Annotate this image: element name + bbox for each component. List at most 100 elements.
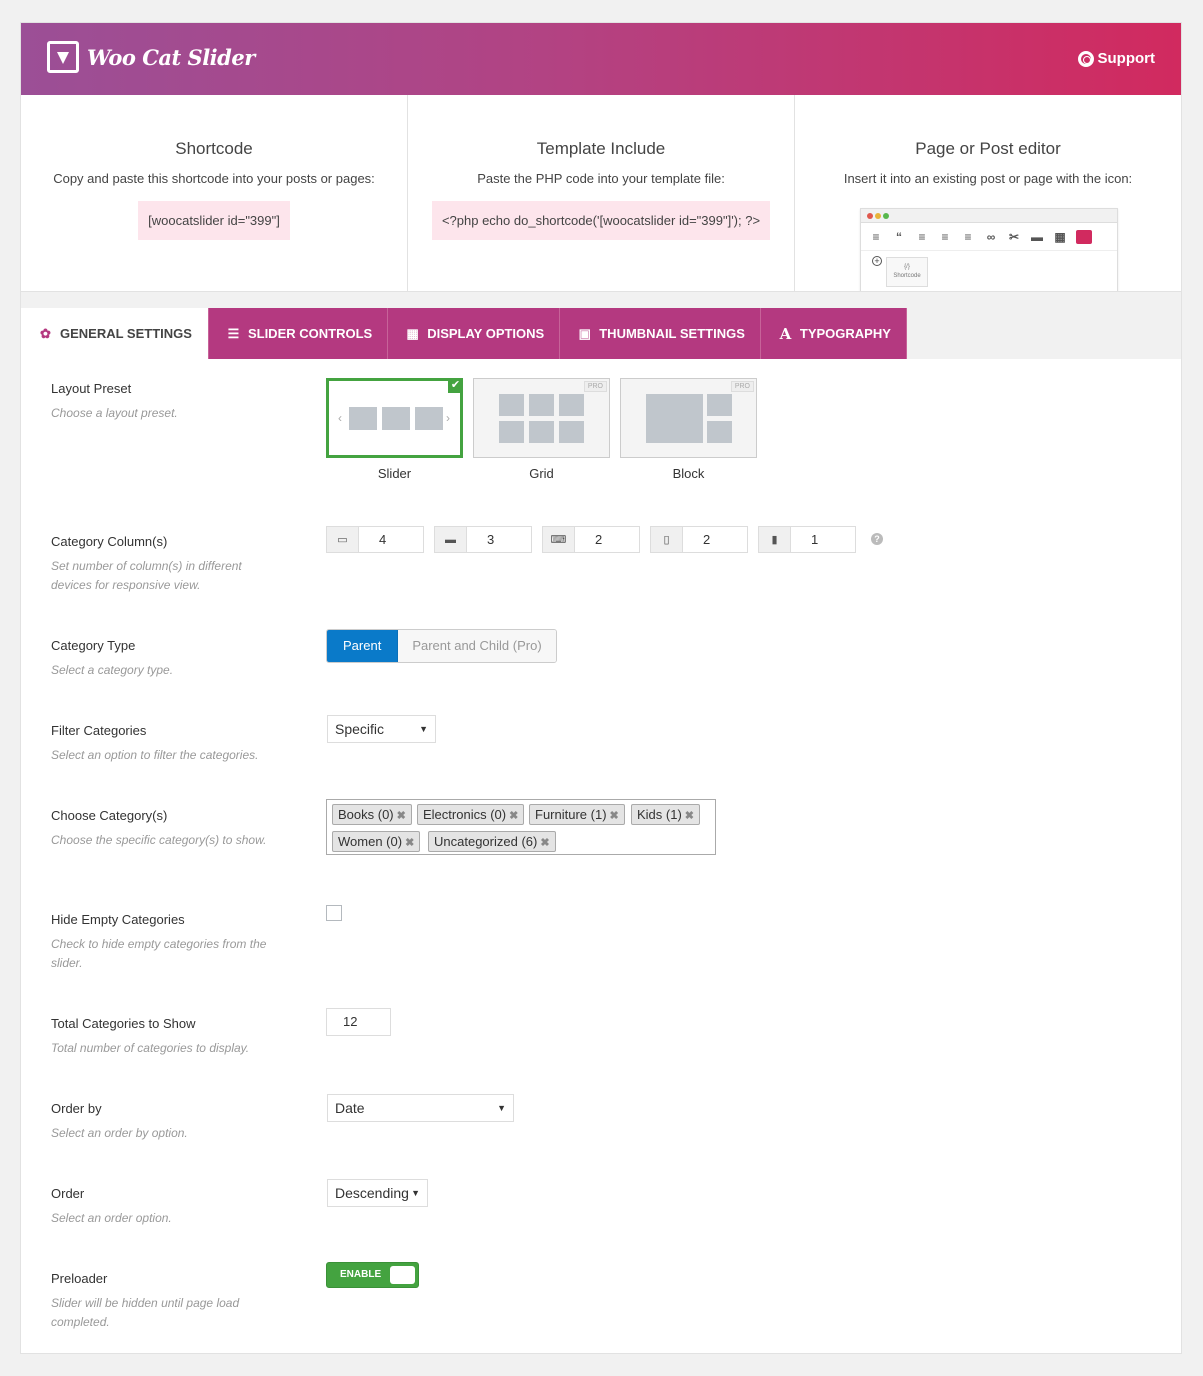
tag-label: Electronics (0) bbox=[423, 807, 507, 822]
category-type-desc: Select a category type. bbox=[51, 663, 174, 677]
category-tag-input[interactable]: Books (0) ✖ Electronics (0) ✖ Furniture (1… bbox=[326, 799, 716, 855]
shortcode-block-label: Shortcode bbox=[893, 273, 921, 279]
preset-slider[interactable]: ✔ ‹ › Slider bbox=[326, 378, 463, 481]
tag-books[interactable]: Books (0) ✖ bbox=[332, 804, 412, 825]
remove-tag-icon[interactable]: ✖ bbox=[405, 837, 414, 849]
total-categories-label: Total Categories to Show bbox=[51, 1016, 196, 1031]
tag-women[interactable]: Women (0) ✖ bbox=[332, 831, 421, 852]
preloader-toggle[interactable]: ENABLE bbox=[326, 1262, 419, 1288]
category-columns-label: Category Column(s) bbox=[51, 534, 168, 549]
mobile-icon: ▮ bbox=[759, 527, 791, 552]
shortcode-code[interactable]: [woocatslider id="399"] bbox=[138, 201, 290, 240]
template-desc: Paste the PHP code into your template fi… bbox=[477, 171, 725, 186]
logo: Woo Cat Slider bbox=[47, 41, 255, 73]
preset-name: Grid bbox=[529, 466, 554, 481]
check-icon: ✔ bbox=[448, 378, 463, 393]
hide-empty-checkbox[interactable] bbox=[326, 905, 342, 921]
quote-icon: “ bbox=[896, 229, 902, 244]
header-bar: Woo Cat Slider Support bbox=[21, 23, 1181, 95]
app-title: Woo Cat Slider bbox=[87, 44, 255, 70]
support-link[interactable]: Support bbox=[1077, 50, 1156, 67]
total-categories-desc: Total number of categories to display. bbox=[51, 1041, 250, 1055]
remove-tag-icon[interactable]: ✖ bbox=[397, 810, 406, 822]
tag-label: Kids (1) bbox=[637, 807, 682, 822]
preset-name: Slider bbox=[377, 466, 412, 481]
support-label: Support bbox=[1097, 50, 1156, 67]
column-value: 2 bbox=[703, 532, 711, 547]
help-icon[interactable]: ? bbox=[871, 533, 883, 545]
tab-label: Slider Controls bbox=[247, 326, 373, 341]
remove-tag-icon[interactable]: ✖ bbox=[540, 837, 549, 849]
column-value: 1 bbox=[811, 532, 819, 547]
pro-badge: PRO bbox=[583, 381, 607, 392]
columns-laptop-input[interactable]: ⌨ 2 bbox=[542, 526, 640, 553]
column-value: 3 bbox=[487, 532, 495, 547]
tag-label: Books (0) bbox=[338, 807, 394, 822]
columns-mobile-input[interactable]: ▮ 1 bbox=[758, 526, 856, 553]
tag-furniture[interactable]: Furniture (1) ✖ bbox=[529, 804, 625, 825]
close-dot-icon bbox=[867, 213, 873, 219]
template-title: Template Include bbox=[536, 139, 666, 158]
category-columns-desc: Set number of column(s) in different dev… bbox=[51, 559, 242, 592]
order-by-select[interactable]: Date ▼ bbox=[327, 1094, 514, 1122]
filter-categories-desc: Select an option to filter the categorie… bbox=[51, 748, 259, 762]
logo-icon bbox=[47, 41, 79, 73]
columns-large-desktop-input[interactable]: ▭ 4 bbox=[326, 526, 424, 553]
column-value: 2 bbox=[595, 532, 603, 547]
tag-electronics[interactable]: Electronics (0) ✖ bbox=[417, 804, 525, 825]
preloader-toggle-wrap: ENABLE bbox=[326, 1262, 419, 1288]
more-icon: ▬ bbox=[1031, 229, 1043, 244]
tab-label: Typography bbox=[799, 326, 891, 341]
remove-tag-icon[interactable]: ✖ bbox=[610, 810, 619, 822]
laptop-icon: ⌨ bbox=[543, 527, 575, 552]
tab-label: Display Options bbox=[427, 326, 545, 341]
columns-desktop-input[interactable]: ▬ 3 bbox=[434, 526, 532, 553]
editor-title: Page or Post editor bbox=[915, 139, 1061, 158]
order-by-desc: Select an order by option. bbox=[51, 1126, 188, 1140]
caret-down-icon: ▼ bbox=[419, 724, 428, 734]
lifebuoy-icon bbox=[1077, 50, 1094, 67]
tag-kids[interactable]: Kids (1) ✖ bbox=[631, 804, 701, 825]
tab-label: Thumbnail Settings bbox=[599, 326, 745, 341]
order-select[interactable]: Descending ▼ bbox=[327, 1179, 428, 1207]
layout-preset-label: Layout Preset bbox=[51, 381, 132, 396]
plugin-brand-icon bbox=[1076, 229, 1092, 244]
tab-thumbnail-settings[interactable]: ▣ Thumbnail Settings bbox=[560, 308, 761, 359]
align-center-icon: ≡ bbox=[941, 229, 949, 244]
preset-name: Block bbox=[672, 466, 705, 481]
tab-general-settings[interactable]: ✿ General Settings bbox=[21, 308, 209, 359]
remove-tag-icon[interactable]: ✖ bbox=[685, 810, 694, 822]
hide-empty-checkbox-wrap bbox=[326, 905, 342, 921]
shortcode-desc: Copy and paste this shortcode into your … bbox=[53, 171, 375, 186]
template-card: Template Include Paste the PHP code into… bbox=[408, 95, 795, 291]
parent-button[interactable]: Parent bbox=[327, 630, 399, 662]
parent-child-button[interactable]: Parent and Child (Pro) bbox=[398, 630, 556, 662]
toggle-knob bbox=[390, 1266, 415, 1284]
desktop-icon: ▬ bbox=[435, 527, 467, 552]
template-code[interactable]: <?php echo do_shortcode('[woocatslider i… bbox=[431, 201, 771, 240]
column-value: 4 bbox=[379, 532, 387, 547]
tag-uncategorized[interactable]: Uncategorized (6) ✖ bbox=[428, 831, 556, 852]
remove-tag-icon[interactable]: ✖ bbox=[509, 810, 518, 822]
shortcode-card: Shortcode Copy and paste this shortcode … bbox=[21, 95, 408, 291]
chevron-left-icon: ‹ bbox=[338, 411, 342, 425]
align-right-icon: ≡ bbox=[964, 229, 972, 244]
tab-display-options[interactable]: ▦ Display Options bbox=[388, 308, 561, 359]
filter-select[interactable]: Specific ▼ bbox=[327, 715, 436, 743]
pro-badge: PRO bbox=[730, 381, 754, 392]
tab-typography[interactable]: A Typography bbox=[760, 308, 907, 359]
sliders-icon: ☰ bbox=[227, 325, 240, 341]
total-categories-input[interactable]: 12 bbox=[326, 1008, 391, 1036]
columns-tablet-input[interactable]: ▯ 2 bbox=[650, 526, 748, 553]
tab-label: General Settings bbox=[60, 326, 192, 341]
shortcode-title: Shortcode bbox=[175, 139, 253, 158]
preset-grid[interactable]: PRO Grid bbox=[473, 378, 610, 481]
tab-slider-controls[interactable]: ☰ Slider Controls bbox=[208, 308, 389, 359]
list-icon: ≡ bbox=[872, 229, 880, 244]
shortcode-block: {/} Shortcode bbox=[886, 257, 928, 287]
order-by-label: Order by bbox=[51, 1101, 102, 1116]
hide-empty-desc: Check to hide empty categories from the … bbox=[51, 937, 267, 970]
choose-categories-desc: Choose the specific category(s) to show. bbox=[51, 833, 267, 847]
preset-block[interactable]: PRO Block bbox=[620, 378, 757, 481]
caret-down-icon: ▼ bbox=[411, 1188, 420, 1198]
